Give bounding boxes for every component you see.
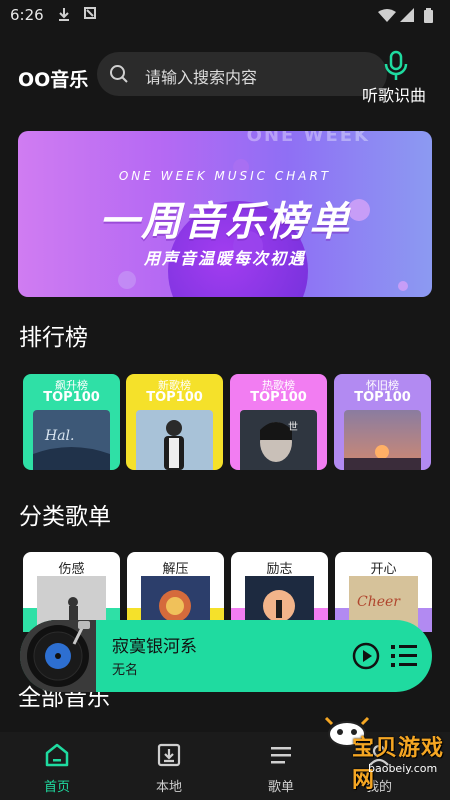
signal-battery-icons: [378, 8, 440, 28]
ranking-card-top: TOP100: [354, 390, 411, 405]
category-label: 励志: [266, 562, 293, 577]
ranking-card[interactable]: 怀旧榜 TOP100: [334, 374, 431, 470]
download-icon: [156, 743, 182, 772]
playlist-icon[interactable]: [390, 643, 418, 673]
ranking-card-top: TOP100: [43, 390, 100, 405]
ranking-cover-image: [136, 410, 213, 470]
download-status-icon: [58, 7, 70, 25]
category-label: 开心: [370, 562, 397, 577]
home-icon: [44, 743, 70, 772]
ranking-cover-image: 世: [240, 410, 317, 470]
song-recognition-label[interactable]: 听歌识曲: [362, 82, 426, 106]
tab-home-label: 首页: [43, 780, 70, 795]
category-label: 解压: [162, 562, 189, 577]
play-icon[interactable]: [352, 642, 380, 674]
search-bar[interactable]: 请输入搜索内容: [97, 52, 387, 96]
banner-bubble: [118, 271, 136, 289]
tab-playlist[interactable]: 歌单: [246, 742, 316, 795]
ranking-cover-image: [344, 410, 421, 470]
tab-playlist-label: 歌单: [267, 780, 294, 795]
status-time: 6:26: [10, 6, 44, 24]
ranking-card[interactable]: 飙升榜 TOP100 Hal.: [23, 374, 120, 470]
banner-corner-text: ONE WEEK: [246, 131, 370, 146]
category-section-title: 分类歌单: [19, 504, 111, 530]
svg-text:Cheer: Cheer: [357, 594, 401, 610]
album-disc: [20, 620, 96, 692]
now-playing-artist: 无名: [112, 663, 139, 678]
notification-status-icon: [84, 7, 96, 23]
ranking-card-top: TOP100: [146, 390, 203, 405]
banner-bubble: [398, 281, 408, 291]
weekly-chart-banner[interactable]: ONE WEEK ONE WEEK MUSIC CHART 一周音乐榜单 用声音…: [18, 131, 432, 297]
tab-local-label: 本地: [155, 780, 182, 795]
mini-player[interactable]: 寂寞银河系 无名: [20, 620, 432, 692]
app-title: OO音乐: [18, 69, 89, 91]
banner-title: 一周音乐榜单: [99, 199, 351, 245]
site-watermark: 宝贝游戏网 baobeiy.com: [322, 708, 450, 793]
svg-text:Hal.: Hal.: [44, 428, 74, 444]
svg-text:世: 世: [288, 421, 298, 433]
tab-local[interactable]: 本地: [134, 742, 204, 795]
mic-icon[interactable]: [383, 50, 409, 86]
search-icon: [109, 64, 129, 88]
tab-home[interactable]: 首页: [22, 742, 92, 795]
status-bar: 6:26: [0, 0, 450, 32]
banner-subtitle: 用声音温暖每次初遇: [143, 249, 306, 268]
ranking-section-title: 排行榜: [19, 325, 88, 351]
playlist-tab-icon: [268, 747, 294, 772]
banner-english-title: ONE WEEK MUSIC CHART: [118, 169, 332, 183]
search-input[interactable]: 请输入搜索内容: [145, 64, 257, 88]
ranking-card[interactable]: 新歌榜 TOP100: [126, 374, 223, 470]
top-header: OO音乐 请输入搜索内容 听歌识曲: [0, 46, 450, 106]
ranking-card[interactable]: 热歌榜 TOP100 世: [230, 374, 327, 470]
now-playing-title: 寂寞银河系: [112, 637, 197, 657]
category-label: 伤感: [58, 562, 85, 577]
watermark-url: baobeiy.com: [368, 762, 438, 775]
ranking-cover-image: Hal.: [33, 410, 110, 470]
ranking-card-top: TOP100: [250, 390, 307, 405]
